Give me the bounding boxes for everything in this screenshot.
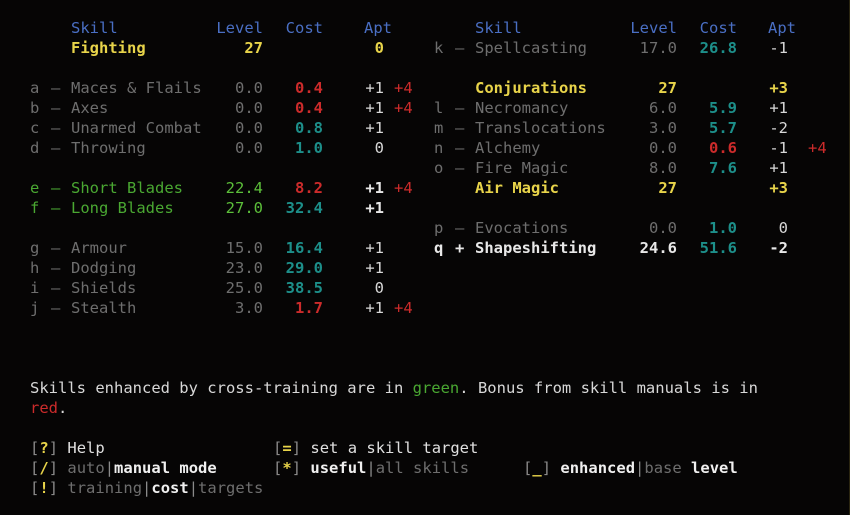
- filter-command-bracket-open: [: [273, 459, 283, 477]
- skill-apt-necromancy: +1: [769, 99, 788, 117]
- display-option-cost[interactable]: cost: [151, 479, 188, 497]
- skill-apt-stealth: +1: [365, 299, 384, 317]
- display-command-hotkey[interactable]: !: [39, 479, 48, 497]
- skill-apt-shields: 0: [374, 279, 384, 297]
- filter-command-hotkey[interactable]: *: [282, 459, 291, 477]
- skill-apt-shapeshifting: -2: [769, 239, 788, 257]
- display-command-space: [58, 479, 67, 497]
- filter-option-useful[interactable]: useful: [310, 459, 366, 477]
- levelmode-command-hotkey[interactable]: _: [532, 459, 541, 477]
- command-skill-filter[interactable]: [*] useful|all skills: [273, 458, 469, 478]
- filter-option-all[interactable]: all: [376, 459, 404, 477]
- legend-text-part1: Skills enhanced by cross-training are in: [30, 379, 413, 397]
- help-command-hotkey[interactable]: ?: [39, 439, 48, 457]
- command-display-mode[interactable]: [!] training|cost|targets: [30, 478, 263, 498]
- skill-apt-translocations: -2: [769, 119, 788, 137]
- skill-manual-bonus-stealth: +4: [394, 299, 413, 317]
- skills-screen: Skill Level Cost Apt Skill Level Cost Apt Fighti…: [0, 0, 850, 515]
- display-option-training[interactable]: training: [67, 479, 142, 497]
- legend-text-part2: . Bonus from skill manuals is in: [459, 379, 758, 397]
- help-command-space: [58, 439, 67, 457]
- column-header-cost-right: Cost: [699, 19, 737, 37]
- skill-apt-fire-magic: +1: [769, 159, 788, 177]
- mode-command-bracket-close: ]: [48, 459, 59, 477]
- display-divider-2: |: [188, 479, 199, 497]
- mode-divider: |: [104, 459, 115, 477]
- skill-apt-alchemy: -1: [769, 139, 788, 157]
- mode-suffix: mode: [170, 459, 217, 477]
- set-target-command-label: set a skill target: [310, 439, 479, 457]
- mode-command-hotkey[interactable]: /: [39, 459, 48, 477]
- display-command-bracket-close: ]: [48, 479, 59, 497]
- levelmode-command-bracket-open: [: [523, 459, 533, 477]
- set-target-command-bracket-open: [: [273, 439, 283, 457]
- levelmode-divider: |: [635, 459, 645, 477]
- skill-apt-long-blades: +1: [365, 199, 384, 217]
- skill-apt-air-magic: +3: [769, 179, 788, 197]
- legend-red-word: red: [30, 399, 58, 417]
- skill-apt-dodging: +1: [365, 259, 384, 277]
- levelmode-command-space: [551, 459, 560, 477]
- mode-option-manual[interactable]: manual: [114, 459, 170, 477]
- levelmode-command-bracket-close: ]: [541, 459, 552, 477]
- column-header-apt-right: Apt: [768, 19, 796, 37]
- levelmode-option-enhanced[interactable]: enhanced: [560, 459, 635, 477]
- command-help[interactable]: [?] Help: [30, 438, 105, 458]
- levelmode-suffix: level: [681, 459, 738, 477]
- help-command-label: Help: [67, 439, 105, 457]
- mode-option-auto[interactable]: auto: [67, 459, 104, 477]
- help-command-bracket-open: [: [30, 439, 40, 457]
- filter-command-space: [301, 459, 310, 477]
- filter-suffix: skills: [403, 459, 470, 477]
- skill-apt-conjurations: +3: [769, 79, 788, 97]
- set-target-command-bracket-close: ]: [291, 439, 302, 457]
- mode-command-space: [58, 459, 67, 477]
- display-option-targets[interactable]: targets: [198, 479, 263, 497]
- skill-manual-bonus-alchemy: +4: [808, 139, 827, 157]
- legend-green-word: green: [412, 379, 460, 397]
- set-target-command-hotkey[interactable]: =: [282, 439, 291, 457]
- filter-divider: |: [366, 459, 376, 477]
- legend-line-2: red.: [30, 398, 67, 418]
- legend-text-part3: .: [58, 399, 68, 417]
- display-command-bracket-open: [: [30, 479, 40, 497]
- help-command-bracket-close: ]: [48, 439, 59, 457]
- command-training-mode[interactable]: [/] auto|manual mode: [30, 458, 217, 478]
- skill-apt-evocations: 0: [778, 219, 788, 237]
- skill-apt-spellcasting: -1: [769, 39, 788, 57]
- mode-command-bracket-open: [: [30, 459, 40, 477]
- command-set-skill-target[interactable]: [=] set a skill target: [273, 438, 478, 458]
- set-target-command-space: [301, 439, 310, 457]
- command-level-display-mode[interactable]: [_] enhanced|base level: [523, 458, 738, 478]
- display-divider-1: |: [142, 479, 152, 497]
- filter-command-bracket-close: ]: [291, 459, 302, 477]
- legend-line-1: Skills enhanced by cross-training are in…: [30, 378, 758, 398]
- levelmode-option-base[interactable]: base: [644, 459, 681, 477]
